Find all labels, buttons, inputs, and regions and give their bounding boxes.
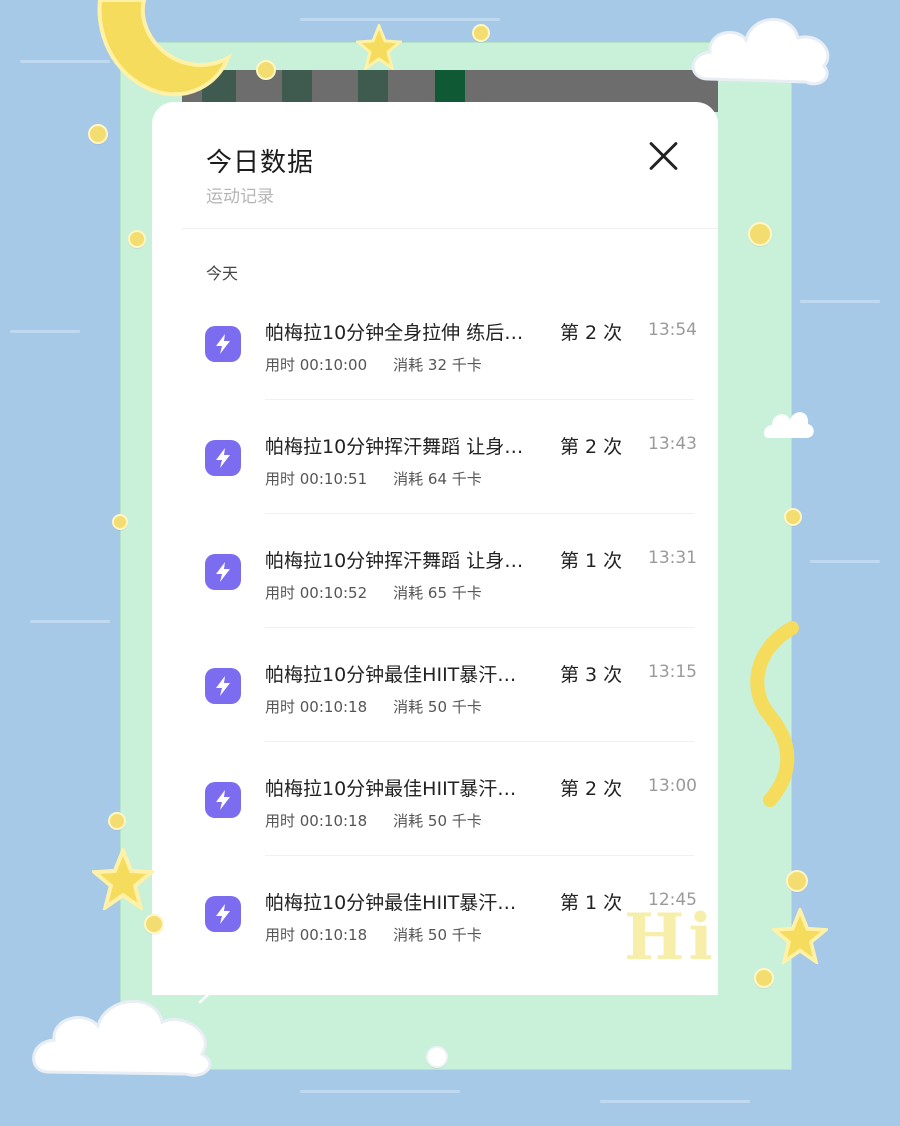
card-header: 今日数据 运动记录	[152, 102, 718, 228]
cloud-icon	[763, 412, 814, 438]
dot-decoration	[426, 1046, 448, 1068]
dot-decoration	[786, 870, 808, 892]
record-duration: 用时 00:10:18	[265, 812, 368, 830]
record-time: 13:54	[648, 320, 697, 340]
record-duration: 用时 00:10:52	[265, 584, 368, 602]
dot-decoration	[144, 914, 164, 934]
paint-stroke	[10, 330, 80, 333]
section-label-today: 今天	[206, 264, 239, 283]
paint-stroke	[800, 300, 880, 303]
record-row[interactable]: 帕梅拉10分钟最佳HIIT暴汗… 第 2 次 13:00 用时 00:10:18…	[152, 742, 718, 856]
dot-decoration	[108, 812, 126, 830]
paint-stroke	[810, 560, 880, 563]
moon-icon	[97, 0, 233, 97]
record-row[interactable]: 帕梅拉10分钟挥汗舞蹈 让身… 第 2 次 13:43 用时 00:10:51 消…	[152, 400, 718, 514]
paint-stroke	[30, 620, 110, 623]
record-name: 帕梅拉10分钟挥汗舞蹈 让身…	[265, 436, 524, 458]
record-duration: 用时 00:10:00	[265, 356, 368, 374]
lightning-icon	[205, 440, 241, 476]
record-meta: 用时 00:10:18 消耗 50 千卡	[265, 810, 482, 831]
dot-decoration	[112, 514, 128, 530]
record-name: 帕梅拉10分钟全身拉伸 练后…	[265, 322, 524, 344]
cloud-icon	[691, 18, 830, 86]
record-name: 帕梅拉10分钟最佳HIIT暴汗…	[265, 892, 517, 914]
dot-decoration	[784, 508, 802, 526]
record-calories: 消耗 64 千卡	[393, 470, 482, 488]
star-icon	[772, 908, 828, 964]
star-icon	[92, 848, 154, 910]
record-duration: 用时 00:10:18	[265, 698, 368, 716]
close-icon[interactable]	[646, 138, 682, 174]
star-icon	[356, 24, 402, 70]
record-meta: 用时 00:10:52 消耗 65 千卡	[265, 582, 482, 603]
record-meta: 用时 00:10:18 消耗 50 千卡	[265, 924, 482, 945]
record-row[interactable]: 帕梅拉10分钟挥汗舞蹈 让身… 第 1 次 13:31 用时 00:10:52 消…	[152, 514, 718, 628]
hi-decoration: Hi	[624, 900, 717, 975]
header-divider	[182, 228, 718, 229]
record-calories: 消耗 50 千卡	[393, 926, 482, 944]
dot-decoration	[748, 222, 772, 246]
record-name: 帕梅拉10分钟最佳HIIT暴汗…	[265, 664, 517, 686]
record-count: 第 2 次	[560, 322, 623, 344]
paint-stroke	[600, 1100, 750, 1103]
record-calories: 消耗 50 千卡	[393, 812, 482, 830]
record-count: 第 3 次	[560, 664, 623, 686]
record-meta: 用时 00:10:18 消耗 50 千卡	[265, 696, 482, 717]
squiggle-decoration	[750, 621, 799, 807]
paint-stroke	[300, 18, 500, 21]
record-count: 第 2 次	[560, 436, 623, 458]
arrow-icon	[198, 956, 246, 1004]
record-name: 帕梅拉10分钟最佳HIIT暴汗…	[265, 778, 517, 800]
record-meta: 用时 00:10:00 消耗 32 千卡	[265, 354, 482, 375]
page-subtitle: 运动记录	[206, 187, 274, 207]
dot-decoration	[472, 24, 490, 42]
dot-decoration	[256, 60, 276, 80]
record-duration: 用时 00:10:18	[265, 926, 368, 944]
dot-decoration	[88, 124, 108, 144]
dot-decoration	[754, 968, 774, 988]
dot-decoration	[128, 230, 146, 248]
exercise-record-list: 帕梅拉10分钟全身拉伸 练后… 第 2 次 13:54 用时 00:10:00 消…	[152, 286, 718, 970]
lightning-icon	[205, 554, 241, 590]
record-time: 13:00	[648, 776, 697, 796]
record-name: 帕梅拉10分钟挥汗舞蹈 让身…	[265, 550, 524, 572]
record-time: 13:15	[648, 662, 697, 682]
lightning-icon	[205, 326, 241, 362]
record-calories: 消耗 65 千卡	[393, 584, 482, 602]
record-time: 13:43	[648, 434, 697, 454]
page-title: 今日数据	[206, 148, 315, 178]
record-duration: 用时 00:10:51	[265, 470, 368, 488]
lightning-icon	[205, 668, 241, 704]
record-row[interactable]: 帕梅拉10分钟全身拉伸 练后… 第 2 次 13:54 用时 00:10:00 消…	[152, 286, 718, 400]
record-calories: 消耗 32 千卡	[393, 356, 482, 374]
lightning-icon	[205, 896, 241, 932]
record-count: 第 2 次	[560, 778, 623, 800]
record-calories: 消耗 50 千卡	[393, 698, 482, 716]
record-meta: 用时 00:10:51 消耗 64 千卡	[265, 468, 482, 489]
paint-stroke	[300, 1090, 460, 1093]
today-data-card: 今日数据 运动记录 今天 帕梅拉10分钟全身拉伸 练后… 第 2 次 13:54…	[152, 102, 718, 995]
record-row[interactable]: 帕梅拉10分钟最佳HIIT暴汗… 第 3 次 13:15 用时 00:10:18…	[152, 628, 718, 742]
record-time: 13:31	[648, 548, 697, 568]
record-count: 第 1 次	[560, 550, 623, 572]
lightning-icon	[205, 782, 241, 818]
record-count: 第 1 次	[560, 892, 623, 914]
